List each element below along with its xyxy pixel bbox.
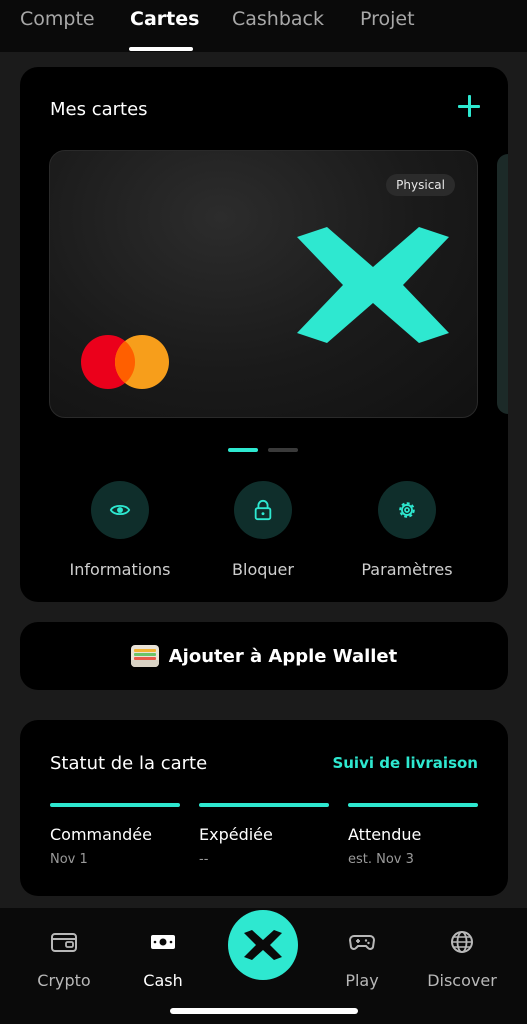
step-date: est. Nov 3 (348, 852, 414, 867)
mastercard-logo (81, 335, 169, 389)
apple-wallet-label: Ajouter à Apple Wallet (168, 645, 398, 667)
add-to-apple-wallet-button[interactable]: Ajouter à Apple Wallet (20, 622, 508, 690)
cards-panel: Mes cartes Physical Informations Bloquer… (20, 67, 508, 602)
parametres-circle (378, 481, 436, 539)
gear-icon (399, 502, 415, 518)
bloquer-button[interactable]: Bloquer (183, 481, 343, 579)
bloquer-circle (234, 481, 292, 539)
banknote-icon (151, 935, 175, 949)
nav-label: Crypto (37, 971, 91, 990)
step-progress-bar (50, 803, 180, 807)
plus-icon[interactable] (458, 95, 480, 117)
x-logo-icon (244, 930, 282, 960)
gamepad-icon (348, 935, 376, 950)
nav-label: Cash (143, 971, 183, 990)
status-step-expected: Attendue est. Nov 3 (348, 803, 478, 867)
apple-wallet-icon (130, 645, 159, 667)
nav-crypto[interactable]: Crypto (19, 930, 109, 990)
eye-icon (109, 504, 131, 516)
carousel-dot-active (228, 448, 258, 452)
bloquer-label: Bloquer (232, 560, 294, 579)
next-card-preview[interactable] (497, 154, 508, 414)
status-step-shipped: Expédiée -- (199, 803, 329, 867)
step-progress-bar (199, 803, 329, 807)
x-logo (297, 227, 449, 343)
home-indicator (170, 1008, 358, 1014)
nav-play[interactable]: Play (317, 930, 407, 990)
card-status-panel: Statut de la carte Suivi de livraison Co… (20, 720, 508, 896)
globe-icon (451, 931, 473, 953)
nav-label: Play (345, 971, 379, 990)
parametres-label: Paramètres (361, 560, 453, 579)
step-date: Nov 1 (50, 852, 88, 867)
tab-cashback[interactable]: Cashback (232, 8, 324, 30)
informations-button[interactable]: Informations (40, 481, 200, 579)
tab-compte[interactable]: Compte (20, 8, 95, 30)
step-progress-bar (348, 803, 478, 807)
nav-label: Discover (427, 971, 497, 990)
parametres-button[interactable]: Paramètres (327, 481, 487, 579)
delivery-tracking-link[interactable]: Suivi de livraison (332, 754, 478, 772)
nav-cash[interactable]: Cash (118, 930, 208, 990)
informations-circle (91, 481, 149, 539)
step-label: Attendue (348, 825, 422, 844)
status-step-ordered: Commandée Nov 1 (50, 803, 180, 867)
carousel-dot (268, 448, 298, 452)
payment-card[interactable]: Physical (49, 150, 478, 418)
wallet-icon (51, 933, 77, 952)
informations-label: Informations (69, 560, 171, 579)
cards-title: Mes cartes (50, 99, 148, 120)
lock-icon (254, 499, 272, 521)
step-label: Expédiée (199, 825, 273, 844)
step-label: Commandée (50, 825, 152, 844)
tab-projet[interactable]: Projet (360, 8, 415, 30)
tab-cartes[interactable]: Cartes (130, 8, 199, 30)
card-status-title: Statut de la carte (50, 753, 208, 774)
nav-discover[interactable]: Discover (417, 930, 507, 990)
center-x-button[interactable] (228, 910, 298, 980)
step-date: -- (199, 852, 209, 867)
top-tab-bar: Compte Cartes Cashback Projet (0, 0, 527, 52)
card-type-badge: Physical (386, 174, 455, 196)
active-tab-indicator (129, 47, 193, 51)
